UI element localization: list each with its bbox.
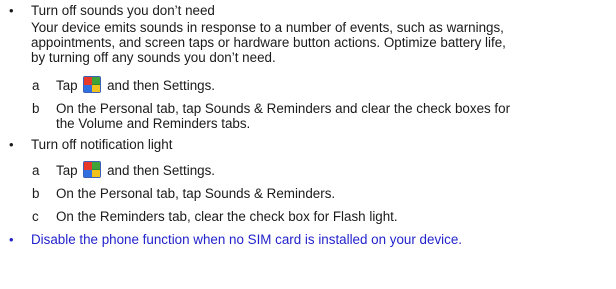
item-title: Turn off notification light (31, 137, 173, 152)
item-title: Turn off sounds you don’t need (31, 3, 215, 18)
bullet-marker: • (9, 232, 14, 247)
windows-start-icon (83, 76, 102, 93)
step-text: On the Reminders tab, clear the check bo… (56, 209, 398, 224)
step-letter: a (32, 163, 40, 178)
item-title: Disable the phone function when no SIM c… (31, 232, 462, 247)
step-text: Tap and then Settings. (56, 161, 215, 178)
body-line: appointments, and screen taps or hardwar… (31, 35, 506, 50)
bullet-marker: • (9, 137, 14, 152)
step-letter: b (32, 186, 40, 201)
windows-start-icon (83, 161, 102, 178)
step-text: Tap and then Settings. (56, 76, 215, 93)
bullet-marker: • (9, 3, 14, 18)
step-text-post: and then Settings. (107, 163, 216, 178)
step-letter: c (32, 209, 39, 224)
body-line: by turning off any sounds you don’t need… (31, 50, 276, 65)
step-letter: b (32, 101, 40, 116)
step-text-pre: Tap (56, 163, 78, 178)
step-letter: a (32, 78, 40, 93)
step-text: On the Personal tab, tap Sounds & Remind… (56, 101, 511, 116)
step-text-post: and then Settings. (107, 78, 216, 93)
step-text-pre: Tap (56, 78, 78, 93)
body-line: Your device emits sounds in response to … (31, 20, 504, 35)
step-text: the Volume and Reminders tabs. (56, 116, 251, 131)
step-text: On the Personal tab, tap Sounds & Remind… (56, 186, 336, 201)
